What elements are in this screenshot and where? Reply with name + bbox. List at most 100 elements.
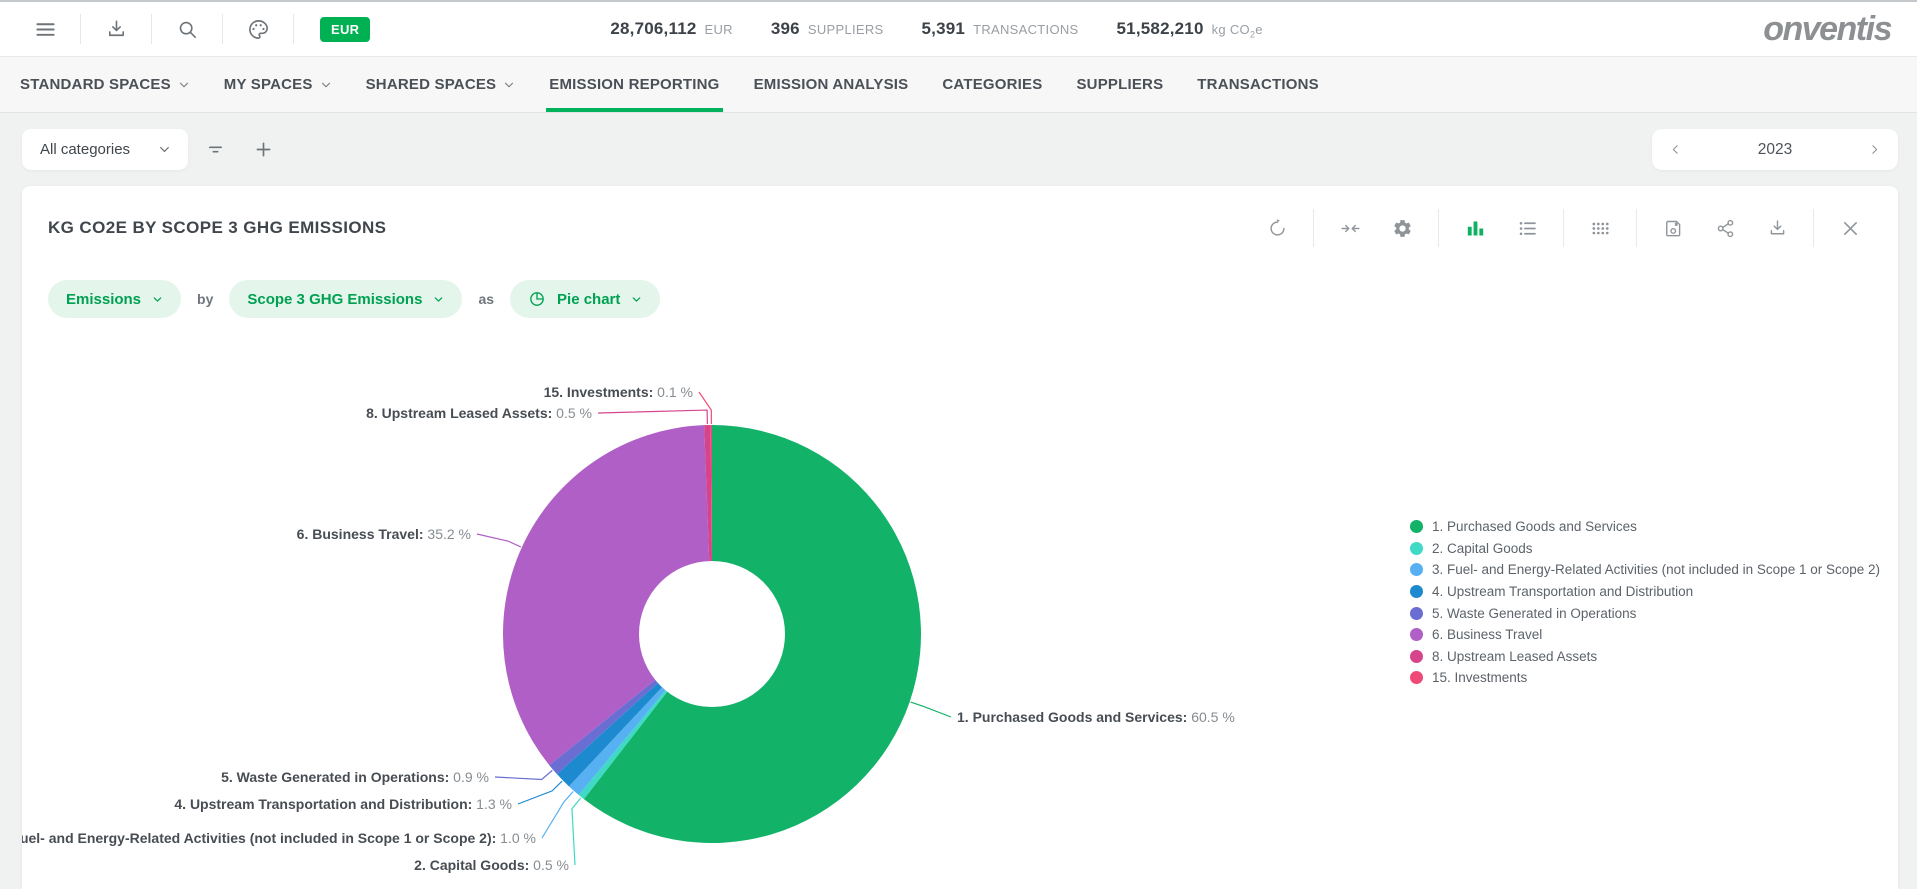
tab-emission-analysis[interactable]: EMISSION ANALYSIS [754, 57, 909, 112]
add-filter-button[interactable] [242, 129, 284, 171]
slice-label-5-waste-generated-in-operations: 5. Waste Generated in Operations: 0.9 % [221, 769, 489, 785]
leader-line [699, 392, 711, 424]
divider [293, 14, 294, 44]
tab-label: SHARED SPACES [366, 76, 497, 93]
tab-suppliers[interactable]: SUPPLIERS [1076, 57, 1163, 112]
export-button[interactable] [93, 8, 139, 50]
theme-button[interactable] [235, 8, 281, 50]
slice-label-8-upstream-leased-assets: 8. Upstream Leased Assets: 0.5 % [366, 405, 592, 421]
slice-label-2-capital-goods: 2. Capital Goods: 0.5 % [414, 857, 569, 873]
tab-transactions[interactable]: TRANSACTIONS [1197, 57, 1319, 112]
tab-shared-spaces[interactable]: SHARED SPACES [366, 57, 516, 112]
plus-icon [253, 139, 274, 160]
search-button[interactable] [164, 8, 210, 50]
legend-label: 4. Upstream Transportation and Distribut… [1432, 584, 1693, 599]
slice-label-value: 0.5 % [552, 405, 592, 421]
donut [503, 425, 921, 843]
slice-label-value: 0.1 % [653, 384, 693, 400]
stat-unit: SUPPLIERS [808, 22, 884, 37]
report-card: KG CO2E BY SCOPE 3 GHG EMISSIONS [22, 186, 1898, 889]
slice-label-name: 8. Upstream Leased Assets: [366, 405, 552, 421]
hamburger-icon [34, 18, 57, 41]
legend-dot [1410, 607, 1423, 620]
filter-row: All categories 2023 [0, 113, 1917, 186]
currency-badge[interactable]: EUR [320, 17, 370, 42]
stat-transactions: 5,391 TRANSACTIONS [922, 19, 1079, 39]
stat-value: 396 [771, 19, 800, 39]
search-icon [176, 18, 199, 41]
slice-label-name: 4. Upstream Transportation and Distribut… [174, 796, 472, 812]
palette-icon [247, 18, 270, 41]
chevron-left-icon [1669, 143, 1682, 156]
legend-item-3-fuel-and-energy-related-activities-not-included-in-scope-1-or-scope-2[interactable]: 3. Fuel- and Energy-Related Activities (… [1410, 559, 1880, 581]
stat-value: 5,391 [922, 19, 966, 39]
chart-legend: 1. Purchased Goods and Services 2. Capita… [1410, 516, 1880, 689]
page: EUR 28,706,112EUR 396 SUPPLIERS 5,391 TRANSA… [0, 0, 1917, 889]
stat-eur: 28,706,112EUR [610, 19, 733, 39]
tab-label: EMISSION REPORTING [549, 76, 719, 93]
leader-line [598, 410, 707, 424]
stat-unit: EUR [705, 22, 733, 37]
onventis-logo: onventis [1763, 10, 1891, 49]
legend-item-6-business-travel[interactable]: 6. Business Travel [1410, 624, 1880, 646]
tab-label: TRANSACTIONS [1197, 76, 1319, 93]
tab-emission-reporting[interactable]: EMISSION REPORTING [549, 57, 719, 112]
divider [151, 14, 152, 44]
divider [222, 14, 223, 44]
category-dropdown[interactable]: All categories [22, 129, 188, 170]
legend-label: 5. Waste Generated in Operations [1432, 606, 1636, 621]
legend-item-1-purchased-goods-and-services[interactable]: 1. Purchased Goods and Services [1410, 516, 1880, 538]
slice-label-value: 0.9 % [449, 769, 489, 785]
legend-item-8-upstream-leased-assets[interactable]: 8. Upstream Leased Assets [1410, 646, 1880, 668]
tab-label: STANDARD SPACES [20, 76, 171, 93]
chevron-right-icon [1868, 143, 1881, 156]
legend-item-4-upstream-transportation-and-distribution[interactable]: 4. Upstream Transportation and Distribut… [1410, 581, 1880, 603]
slice-label-1-purchased-goods-and-services: 1. Purchased Goods and Services: 60.5 % [957, 709, 1235, 725]
stat-unit: TRANSACTIONS [973, 22, 1078, 37]
nav-tabs: STANDARD SPACES MY SPACES SHARED SPACES EMI… [0, 57, 1917, 113]
slice-label-name: 3. Fuel- and Energy-Related Activities (… [22, 830, 496, 846]
legend-label: 3. Fuel- and Energy-Related Activities (… [1432, 562, 1880, 577]
slice-label-value: 60.5 % [1187, 709, 1234, 725]
slice-label-name: 5. Waste Generated in Operations: [221, 769, 449, 785]
legend-dot [1410, 628, 1423, 641]
slice-label-3-fuel-and-energy-related-activities-not-included-in-scope-1-or-scope-2: 3. Fuel- and Energy-Related Activities (… [22, 830, 536, 846]
slice-label-value: 1.3 % [472, 796, 512, 812]
chevron-down-icon [503, 79, 515, 91]
legend-item-15-investments[interactable]: 15. Investments [1410, 667, 1880, 689]
chevron-down-icon [320, 79, 332, 91]
previous-year-button[interactable] [1658, 133, 1692, 167]
stat-kg-co2e: 51,582,210kg CO2e [1117, 19, 1263, 40]
year-selector: 2023 [1652, 129, 1898, 170]
stat-suppliers: 396 SUPPLIERS [771, 19, 884, 39]
slice-label-name: 15. Investments: [544, 384, 654, 400]
legend-item-5-waste-generated-in-operations[interactable]: 5. Waste Generated in Operations [1410, 602, 1880, 624]
tab-categories[interactable]: CATEGORIES [942, 57, 1042, 112]
filter-icon [205, 139, 226, 160]
slice-label-name: 1. Purchased Goods and Services: [957, 709, 1187, 725]
download-icon [105, 18, 128, 41]
legend-dot [1410, 650, 1423, 663]
legend-label: 15. Investments [1432, 670, 1527, 685]
menu-button[interactable] [22, 8, 68, 50]
tab-label: MY SPACES [224, 76, 313, 93]
slice-label-6-business-travel: 6. Business Travel: 35.2 % [297, 526, 471, 542]
tab-my-spaces[interactable]: MY SPACES [224, 57, 332, 112]
legend-label: 6. Business Travel [1432, 627, 1542, 642]
legend-label: 2. Capital Goods [1432, 541, 1533, 556]
stat-unit: kg CO2e [1212, 22, 1263, 40]
tab-label: SUPPLIERS [1076, 76, 1163, 93]
legend-dot [1410, 542, 1423, 555]
next-year-button[interactable] [1858, 133, 1892, 167]
top-header: EUR 28,706,112EUR 396 SUPPLIERS 5,391 TRANSA… [0, 0, 1917, 57]
slice-label-4-upstream-transportation-and-distribution: 4. Upstream Transportation and Distribut… [174, 796, 512, 812]
tab-label: CATEGORIES [942, 76, 1042, 93]
slice-label-value: 0.5 % [529, 857, 569, 873]
slice-label-name: 2. Capital Goods: [414, 857, 529, 873]
slice-label-name: 6. Business Travel: [297, 526, 424, 542]
legend-dot [1410, 671, 1423, 684]
pie-chart: 1. Purchased Goods and Services: 60.5 % 2… [22, 186, 1898, 889]
tab-standard-spaces[interactable]: STANDARD SPACES [20, 57, 190, 112]
legend-item-2-capital-goods[interactable]: 2. Capital Goods [1410, 538, 1880, 560]
filter-button[interactable] [194, 129, 236, 171]
